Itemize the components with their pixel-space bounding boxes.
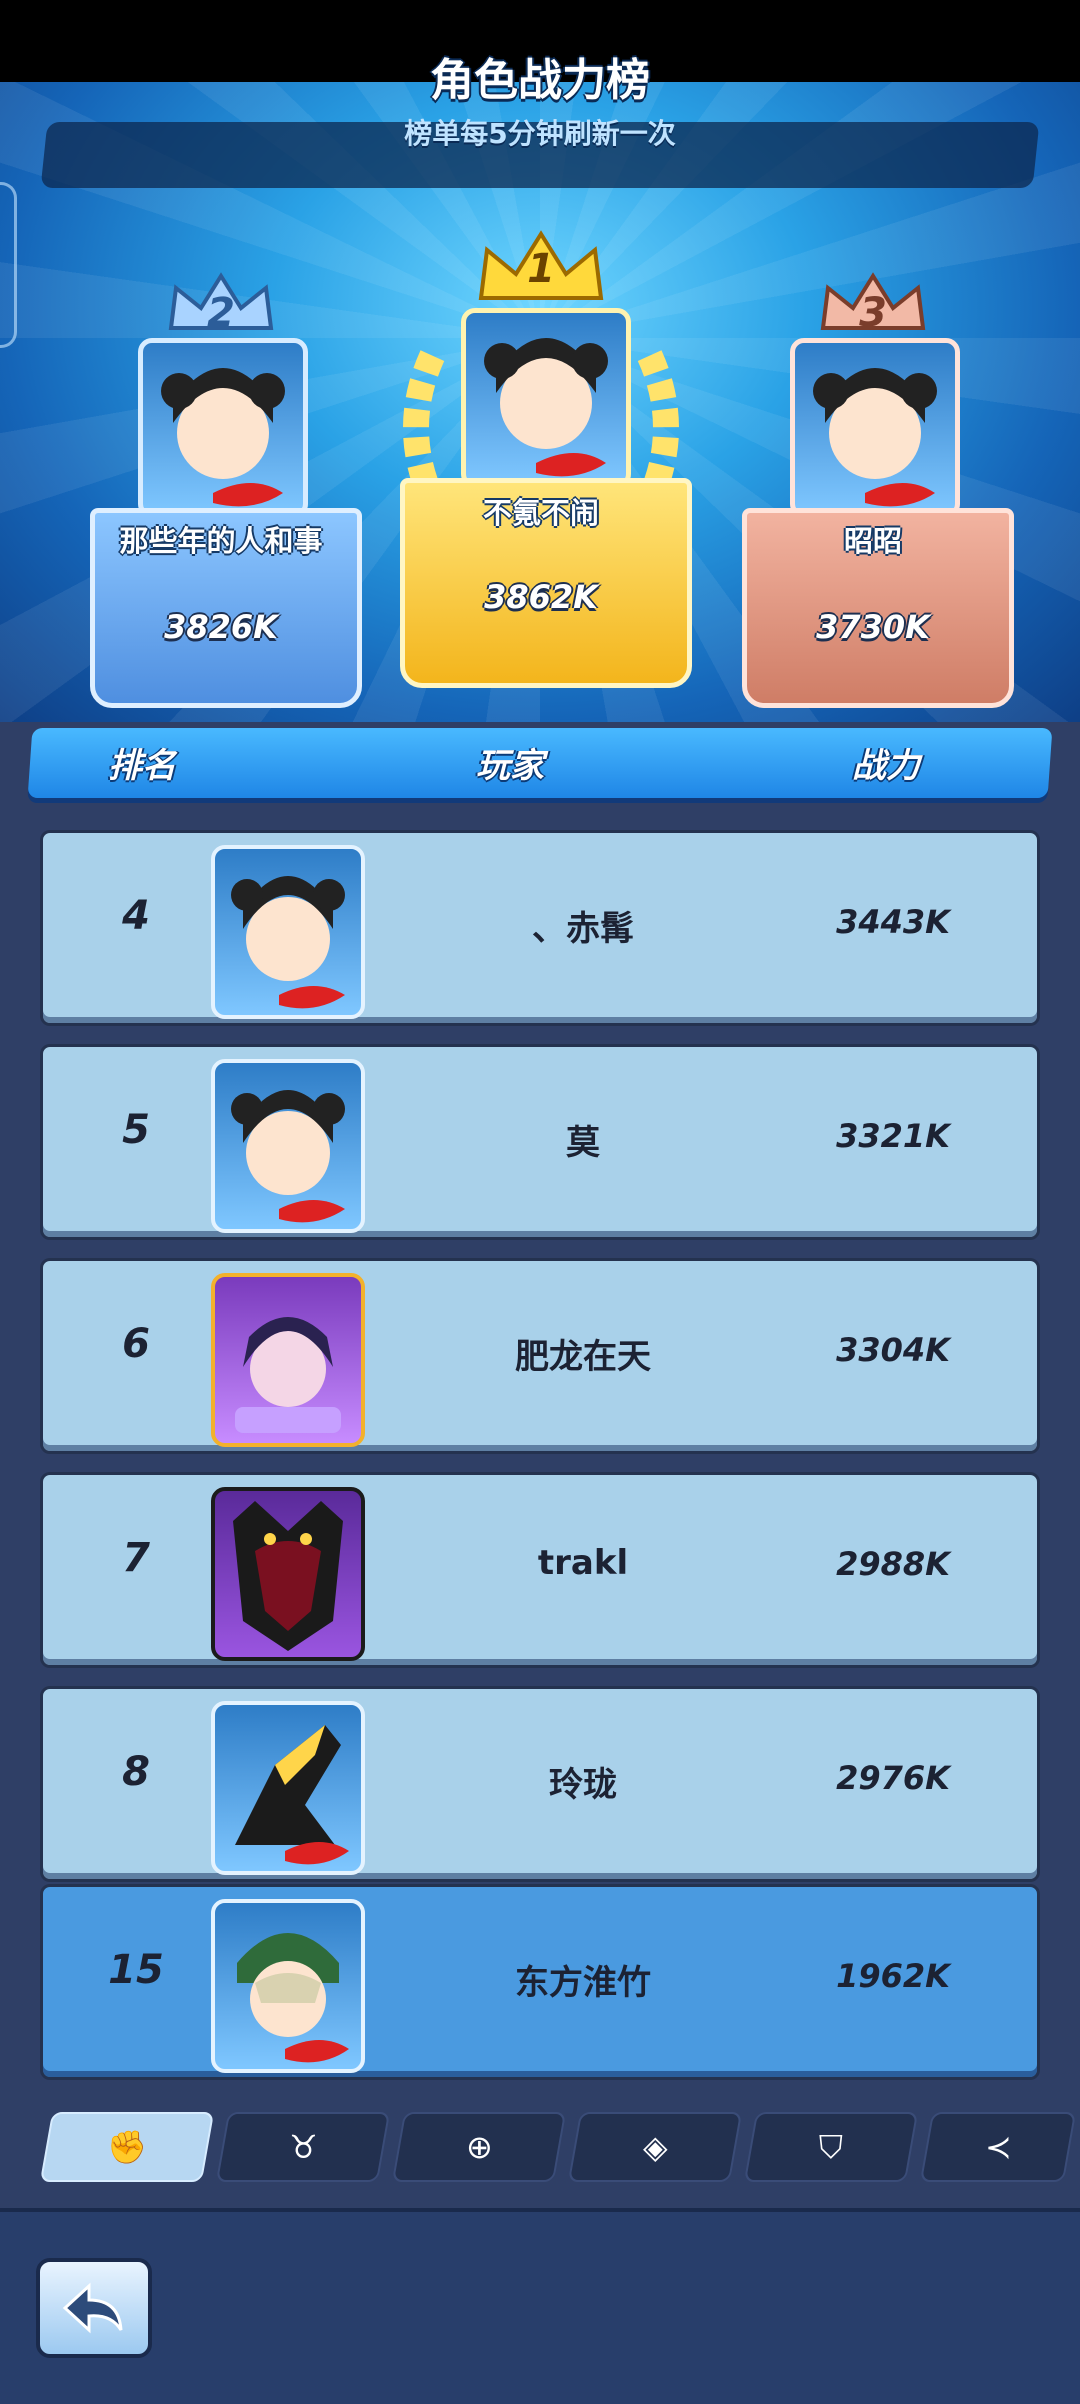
list-item[interactable]: 8 玲珑 2976K bbox=[40, 1686, 1040, 1882]
podium-player-name: 不氪不闹 bbox=[482, 496, 599, 530]
tab-bull[interactable]: ♉ bbox=[215, 2112, 391, 2182]
fist-icon: ✊ bbox=[107, 2128, 147, 2166]
tab-card[interactable]: ◈ bbox=[567, 2112, 743, 2182]
row-player-name: 莫 bbox=[566, 1123, 600, 1163]
back-arrow-icon bbox=[62, 2282, 123, 2334]
page-title: 角色战力榜 bbox=[430, 55, 650, 106]
row-power: 3304K bbox=[836, 1331, 950, 1369]
row-power: 1962K bbox=[836, 1957, 950, 1995]
podium-rank-1[interactable]: 1 不氪不闹 3862K bbox=[396, 228, 692, 688]
row-rank: 7 bbox=[122, 1535, 150, 1581]
row-player-name: trakl bbox=[537, 1543, 629, 1583]
player-avatar bbox=[211, 1701, 365, 1875]
row-rank: 15 bbox=[108, 1947, 164, 1993]
column-power: 战力 bbox=[852, 746, 920, 786]
podium-rank-number: 2 bbox=[207, 290, 235, 336]
list-item[interactable]: 4 、赤髯 3443K bbox=[40, 830, 1040, 1026]
list-item[interactable]: 5 莫 3321K bbox=[40, 1044, 1040, 1240]
refresh-note: 榜单每5分钟刷新一次 bbox=[404, 117, 676, 150]
podium-rank-number: 3 bbox=[859, 290, 887, 336]
row-player-name: 、赤髯 bbox=[532, 909, 634, 949]
shield-icon: ⛉ bbox=[818, 2127, 843, 2166]
podium-rank-3[interactable]: 3 昭昭 3730K bbox=[738, 258, 1014, 708]
podium-power: 3730K bbox=[816, 608, 930, 646]
player-avatar bbox=[211, 1899, 365, 2073]
row-player-name: 东方淮竹 bbox=[515, 1963, 651, 2003]
tab-share[interactable]: ≺ bbox=[919, 2112, 1077, 2182]
avatar bbox=[461, 308, 631, 488]
podium-player-name: 那些年的人和事 bbox=[119, 524, 323, 558]
avatar bbox=[790, 338, 960, 518]
column-player: 玩家 bbox=[476, 746, 544, 786]
avatar bbox=[138, 338, 308, 518]
card-icon: ◈ bbox=[642, 2128, 668, 2166]
medal-icon: ⊕ bbox=[465, 2128, 493, 2166]
tab-shield[interactable]: ⛉ bbox=[743, 2112, 919, 2182]
row-rank: 5 bbox=[122, 1107, 150, 1153]
row-power: 3443K bbox=[836, 903, 950, 941]
row-player-name: 肥龙在天 bbox=[515, 1337, 651, 1377]
podium-rank-number: 1 bbox=[527, 246, 555, 292]
side-handle[interactable] bbox=[0, 182, 17, 348]
row-power: 2988K bbox=[836, 1545, 950, 1583]
tab-medal[interactable]: ⊕ bbox=[391, 2112, 567, 2182]
share-icon: ≺ bbox=[984, 2128, 1012, 2166]
row-rank: 6 bbox=[122, 1321, 150, 1367]
back-button[interactable] bbox=[36, 2258, 152, 2358]
row-player-name: 玲珑 bbox=[549, 1765, 617, 1805]
podium-power: 3826K bbox=[164, 608, 278, 646]
row-power: 3321K bbox=[836, 1117, 950, 1155]
podium-player-name: 昭昭 bbox=[843, 524, 902, 558]
podium-rank-2[interactable]: 2 那些年的人和事 3826K bbox=[86, 258, 362, 708]
row-rank: 4 bbox=[122, 893, 150, 939]
bull-icon: ♉ bbox=[288, 2128, 318, 2166]
list-item[interactable]: 7 trakl 2988K bbox=[40, 1472, 1040, 1668]
bottom-bar bbox=[0, 2208, 1080, 2404]
player-avatar bbox=[211, 1059, 365, 1233]
my-rank-row[interactable]: 15 东方淮竹 1962K bbox=[40, 1884, 1040, 2080]
list-item[interactable]: 6 肥龙在天 3304K bbox=[40, 1258, 1040, 1454]
tab-fist[interactable]: ✊ bbox=[39, 2112, 215, 2182]
podium-power: 3862K bbox=[484, 578, 598, 616]
player-avatar bbox=[211, 1487, 365, 1661]
player-avatar bbox=[211, 845, 365, 1019]
player-avatar bbox=[211, 1273, 365, 1447]
row-rank: 8 bbox=[122, 1749, 150, 1795]
row-power: 2976K bbox=[836, 1759, 950, 1797]
column-rank: 排名 bbox=[108, 746, 176, 786]
